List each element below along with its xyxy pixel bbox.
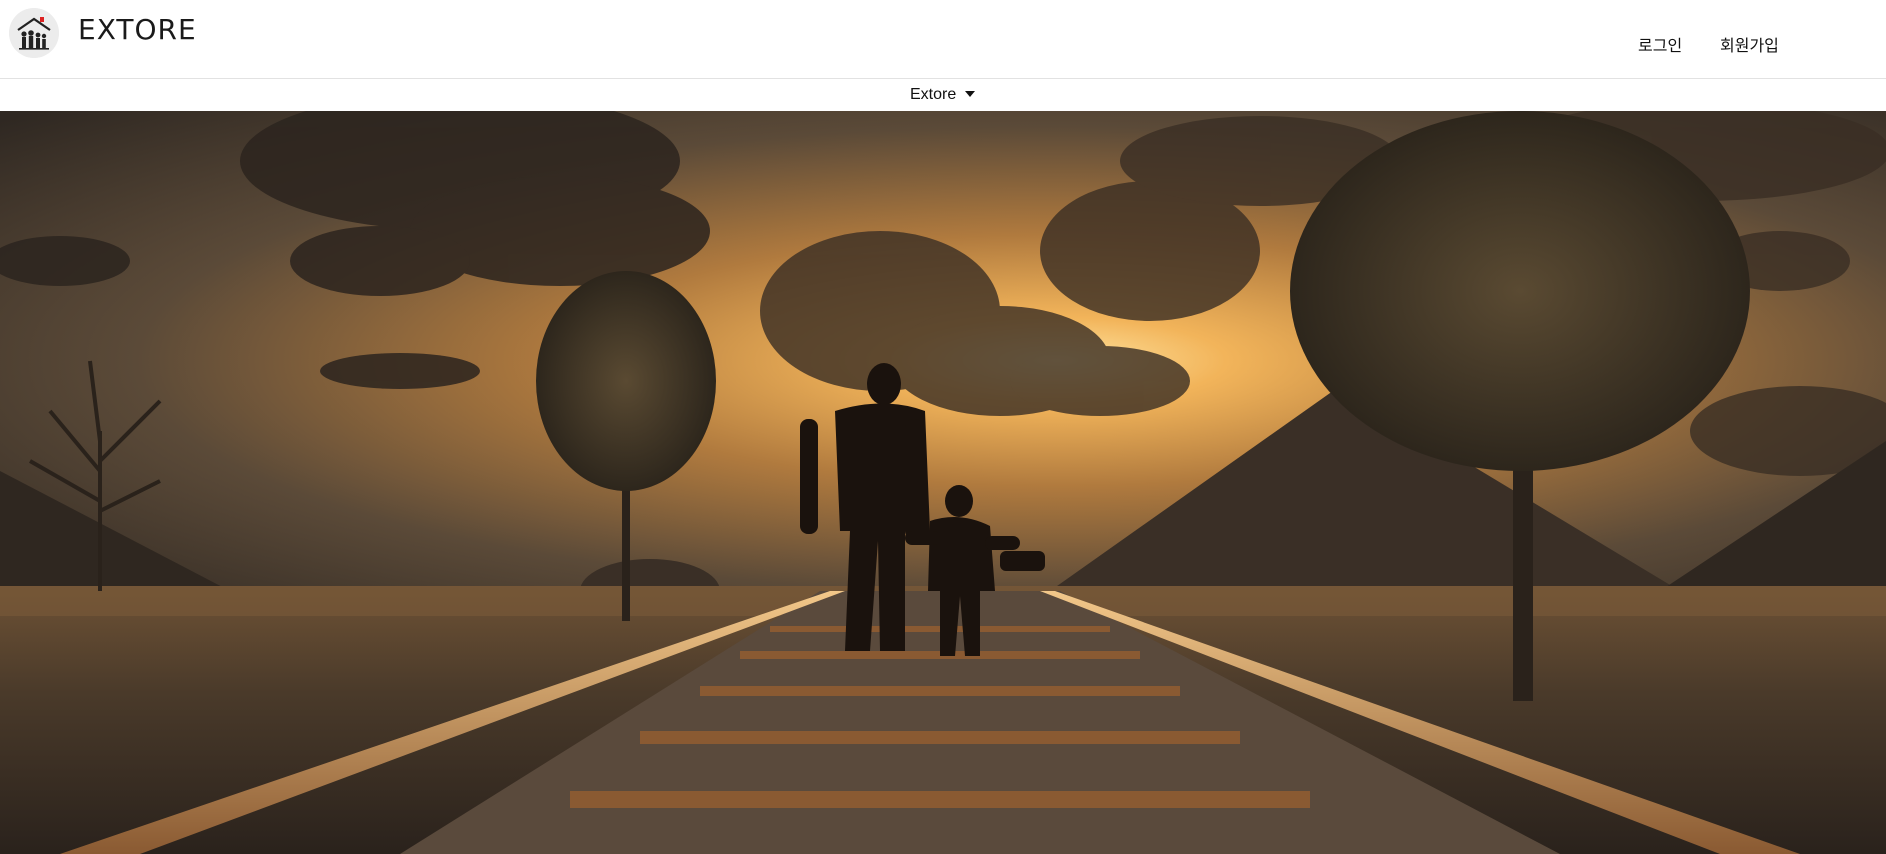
extore-dropdown[interactable]: Extore bbox=[910, 83, 976, 107]
caret-down-icon bbox=[965, 91, 976, 97]
sub-navigation: Extore bbox=[0, 79, 1886, 111]
hero-banner-image bbox=[0, 111, 1886, 854]
site-header: EXTORE 로그인 회원가입 bbox=[0, 0, 1886, 79]
signup-link[interactable]: 회원가입 bbox=[1720, 36, 1779, 58]
login-link[interactable]: 로그인 bbox=[1638, 36, 1682, 58]
brand-title[interactable]: EXTORE bbox=[78, 10, 197, 50]
family-house-logo-icon[interactable] bbox=[9, 8, 59, 58]
dropdown-label: Extore bbox=[910, 86, 957, 103]
